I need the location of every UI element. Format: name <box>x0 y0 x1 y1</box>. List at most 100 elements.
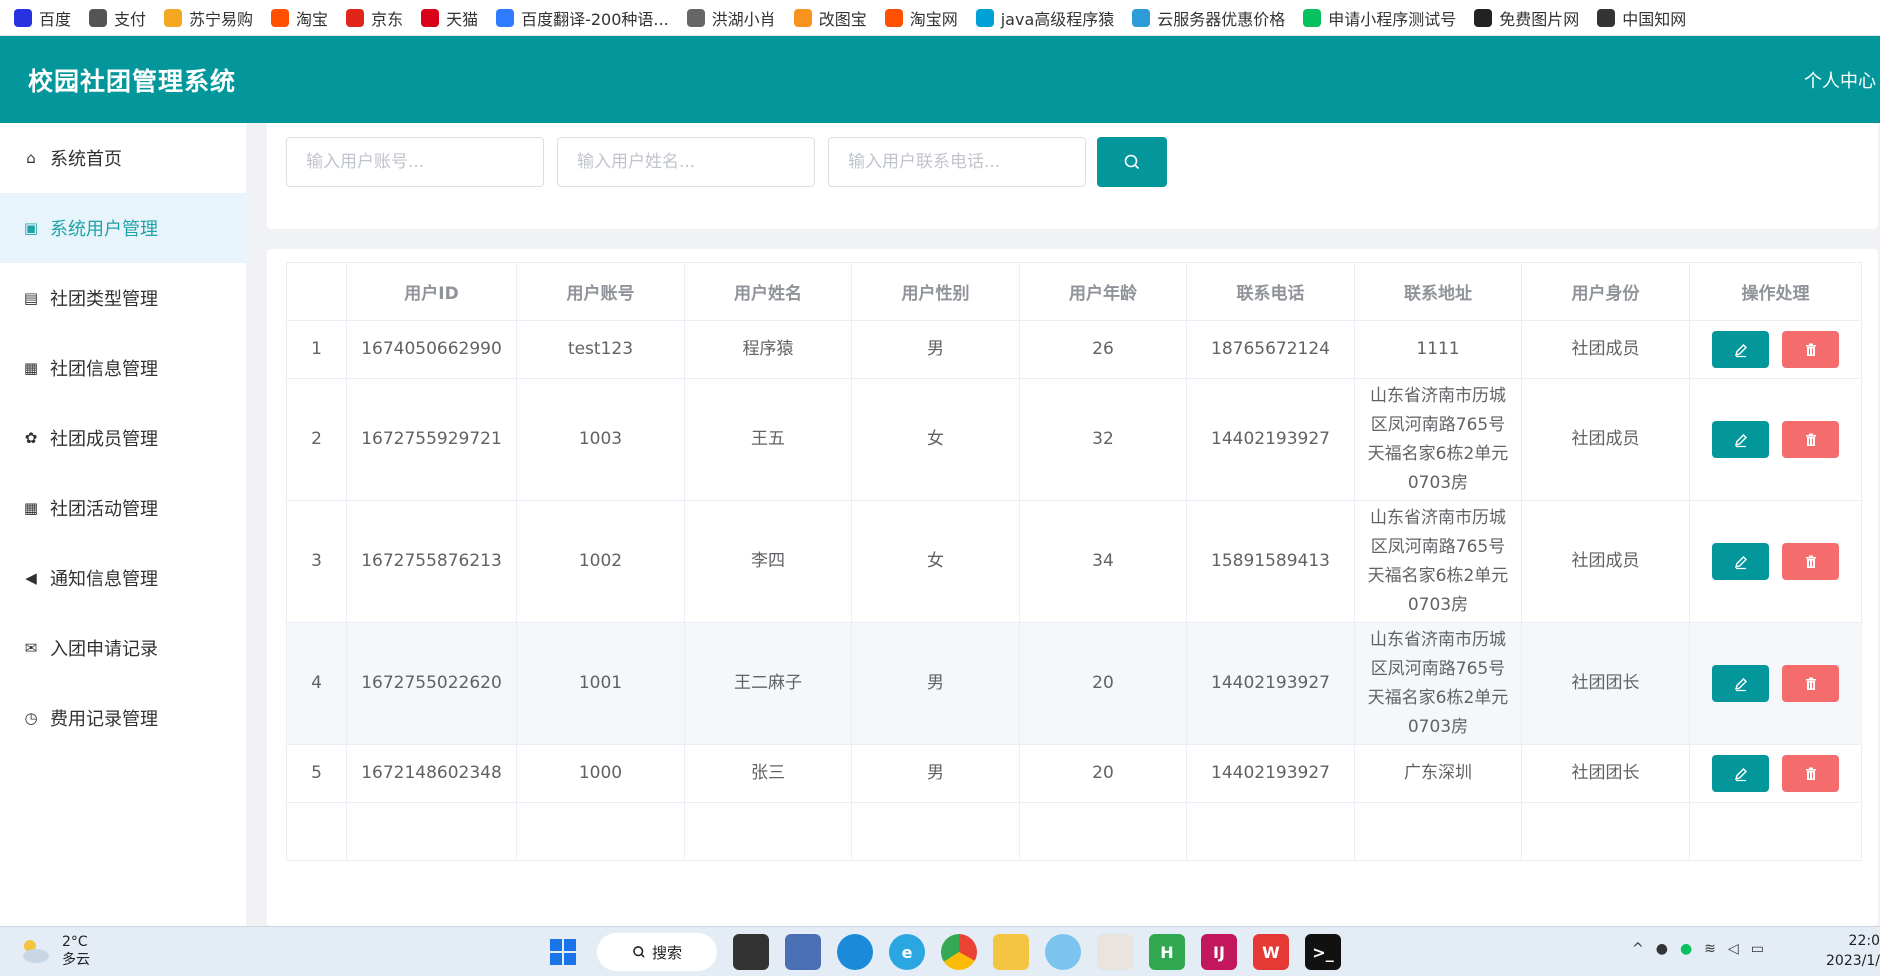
weather-widget[interactable]: 2°C 多云 <box>18 933 90 969</box>
wps-office-icon[interactable]: W <box>1253 934 1289 970</box>
column-header <box>286 262 347 321</box>
trash-icon <box>1805 433 1816 446</box>
cell-actions <box>1689 500 1862 623</box>
sidebar-item[interactable]: ✉ 入团申请记录 <box>0 613 246 683</box>
cell-name: 王五 <box>684 378 852 501</box>
cell-name: 王二麻子 <box>684 622 852 745</box>
bookmark-item[interactable]: 洪湖小肖 <box>686 6 776 30</box>
sidebar-item[interactable]: ✿ 社团成员管理 <box>0 403 246 473</box>
bookmark-item[interactable]: 京东 <box>346 6 403 30</box>
cell-account: 1001 <box>516 622 685 745</box>
table-row: 3 1672755876213 1002 李四女 34 15891589413 山东省济南市… <box>286 500 1862 623</box>
user-card-icon: ▣ <box>23 219 39 237</box>
bookmark-item[interactable]: 天猫 <box>421 6 478 30</box>
home-icon: ⌂ <box>26 149 36 167</box>
cell-gender: 男 <box>851 744 1020 803</box>
cell-gender: 女 <box>851 500 1020 623</box>
qq-icon[interactable]: ● <box>1656 941 1668 957</box>
sidebar-item-label: 社团活动管理 <box>50 499 158 520</box>
bookmark-item[interactable]: 支付 <box>89 6 146 30</box>
cell-actions <box>1689 378 1862 501</box>
bookmark-item[interactable]: java高级程序猿 <box>975 6 1114 30</box>
edit-button[interactable] <box>1712 421 1769 458</box>
app-header: 校园社团管理系统 个人中心 <box>0 36 1880 123</box>
clock-time: 22:0 <box>1848 933 1880 949</box>
sidebar-item[interactable]: ▦ 社团活动管理 <box>0 473 246 543</box>
bookmark-item[interactable]: 苏宁易购 <box>164 6 253 30</box>
sidebar-item[interactable]: ◀ 通知信息管理 <box>0 543 246 613</box>
table-header-row: 用户ID 用户账号 用户姓名 用户性别 用户年龄 联系电话 联系地址 用户身份 操作处理 <box>286 262 1862 321</box>
edit-button[interactable] <box>1712 755 1769 792</box>
windows-start-icon[interactable] <box>545 934 581 970</box>
terminal-icon[interactable]: >_ <box>1305 934 1341 970</box>
hbuilder-icon[interactable]: H <box>1149 934 1185 970</box>
trash-icon <box>1805 677 1816 690</box>
delete-button[interactable] <box>1782 421 1839 458</box>
chrome-browser-icon[interactable] <box>941 934 977 970</box>
network-tool-icon[interactable] <box>785 934 821 970</box>
delete-button[interactable] <box>1782 543 1839 580</box>
sidebar-item[interactable]: ⌂ 系统首页 <box>0 123 246 193</box>
clock-date: 2023/1/ <box>1826 953 1880 969</box>
chevron-up-icon[interactable]: ^ <box>1632 941 1644 957</box>
taskbar-search[interactable]: 搜索 <box>597 933 717 971</box>
bookmark-item[interactable]: 申请小程序测试号 <box>1303 6 1456 30</box>
column-header: 用户ID <box>346 262 517 321</box>
cell-empty <box>516 802 685 861</box>
name-search-input[interactable] <box>557 137 815 187</box>
bookmark-item[interactable]: 百度 <box>14 6 71 30</box>
search-icon <box>1124 154 1140 170</box>
bookmark-item[interactable]: 百度翻译-200种语... <box>496 6 669 30</box>
file-explorer-icon[interactable] <box>993 934 1029 970</box>
column-header: 用户姓名 <box>684 262 852 321</box>
edit-button[interactable] <box>1712 543 1769 580</box>
cloud-icon <box>1132 8 1151 27</box>
cell-empty <box>286 802 347 861</box>
taskbar-clock[interactable]: 22:0 2023/1/ <box>1826 931 1880 971</box>
delete-button[interactable] <box>1782 331 1839 368</box>
trash-icon <box>1805 555 1816 568</box>
jd-icon <box>346 8 365 27</box>
edit-button[interactable] <box>1712 331 1769 368</box>
task-view-icon[interactable] <box>733 934 769 970</box>
battery-icon[interactable]: ▭ <box>1751 941 1764 957</box>
account-search-input[interactable] <box>286 137 544 187</box>
edge-browser-icon[interactable] <box>837 934 873 970</box>
ie-browser-icon[interactable]: e <box>889 934 925 970</box>
phone-search-input[interactable] <box>828 137 1086 187</box>
edit-button[interactable] <box>1712 665 1769 702</box>
bookmark-item[interactable]: 中国知网 <box>1597 6 1686 30</box>
sidebar-item[interactable]: ◷ 费用记录管理 <box>0 683 246 753</box>
translate-icon <box>496 8 515 27</box>
app-swirl-icon[interactable] <box>1045 934 1081 970</box>
cell-role: 社团团长 <box>1521 622 1690 745</box>
wechat-tray-icon[interactable]: ● <box>1680 941 1692 957</box>
cell-role: 社团成员 <box>1521 378 1690 501</box>
bookmark-item[interactable]: 免费图片网 <box>1474 6 1579 30</box>
bookmark-item[interactable]: 改图宝 <box>793 6 867 30</box>
sidebar-item[interactable]: ▤ 社团类型管理 <box>0 263 246 333</box>
edit-pencil-icon <box>1734 433 1747 447</box>
sidebar-item-label: 社团类型管理 <box>50 289 158 310</box>
cell-role: 社团成员 <box>1521 500 1690 623</box>
sidebar-item-label: 社团信息管理 <box>50 359 158 380</box>
cell-phone: 14402193927 <box>1186 378 1355 501</box>
delete-button[interactable] <box>1782 755 1839 792</box>
bookmark-item[interactable]: 淘宝网 <box>884 6 958 30</box>
image-viewer-icon[interactable] <box>1097 934 1133 970</box>
users-icon: ✿ <box>24 429 38 447</box>
bookmark-item[interactable]: 淘宝 <box>271 6 328 30</box>
intellij-idea-icon[interactable]: IJ <box>1201 934 1237 970</box>
sidebar-item[interactable]: ▦ 社团信息管理 <box>0 333 246 403</box>
user-center-link[interactable]: 个人中心 <box>1804 67 1876 93</box>
envelope-icon: ✉ <box>24 639 38 657</box>
wifi-icon[interactable]: ≋ <box>1704 941 1716 957</box>
bookmark-item[interactable]: 云服务器优惠价格 <box>1132 6 1285 30</box>
volume-icon[interactable]: ◁ <box>1728 941 1739 957</box>
cell-role: 社团成员 <box>1521 320 1690 379</box>
cell-index: 2 <box>286 378 347 501</box>
delete-button[interactable] <box>1782 665 1839 702</box>
search-button[interactable] <box>1097 137 1167 187</box>
taobao-icon <box>884 8 903 27</box>
sidebar-item[interactable]: ▣ 系统用户管理 <box>0 193 246 263</box>
